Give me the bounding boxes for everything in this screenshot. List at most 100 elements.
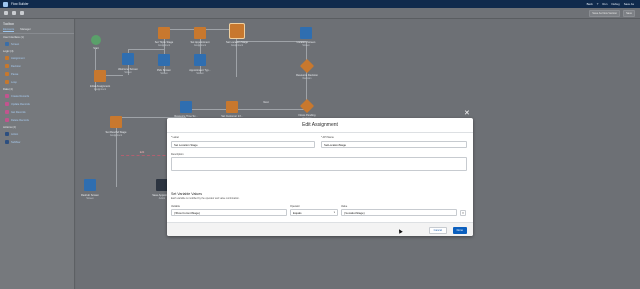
- connector-line: [186, 109, 306, 110]
- delete-row-icon[interactable]: ▾: [460, 209, 466, 216]
- set-triple-stage-node[interactable]: [158, 27, 170, 39]
- pick-screen-node[interactable]: [158, 54, 170, 66]
- modal-title: Edit Assignment: [167, 118, 473, 133]
- variable-input[interactable]: {!Flow.CurrentStage}: [171, 209, 287, 216]
- connector-label: Edit: [139, 151, 145, 154]
- app-header: Flow Builder Back ? Run Debug Save As: [0, 0, 640, 8]
- welcome-screen-node[interactable]: [122, 53, 134, 65]
- node-sub: Screen: [86, 198, 94, 200]
- value-input[interactable]: {!LocationStage}: [341, 209, 457, 216]
- node-sub: Screen: [196, 73, 204, 75]
- toolbox-item-action[interactable]: Action: [0, 130, 74, 138]
- node-sub: Assignment: [193, 45, 207, 47]
- app-title: Flow Builder: [11, 2, 29, 6]
- undo-icon[interactable]: [4, 11, 8, 15]
- node-sub: Screen: [302, 45, 310, 47]
- node-sub: Assignment: [93, 89, 107, 91]
- resource-time-screen-node[interactable]: [180, 101, 192, 113]
- node-label: Initial Assignment: [89, 85, 111, 88]
- resource-decision-node[interactable]: [299, 58, 315, 74]
- debug-button[interactable]: Debug: [611, 2, 619, 6]
- node-label: Set Appointment: [190, 41, 210, 44]
- loop-icon: [5, 80, 9, 84]
- toolbox-item-create-records[interactable]: Create Records: [0, 92, 74, 100]
- delete-records-icon: [5, 118, 9, 122]
- tab-manager[interactable]: Manager: [20, 28, 31, 32]
- node-sub: Screen: [124, 72, 132, 74]
- done-button[interactable]: Done: [452, 227, 467, 234]
- save-as-new-version-button[interactable]: Save As New Version: [589, 9, 621, 17]
- modal-close-icon[interactable]: ✕: [464, 109, 470, 117]
- create-records-icon: [5, 94, 9, 98]
- node-label: Flows Pending: [298, 114, 316, 117]
- get-records-icon: [5, 110, 9, 114]
- back-button[interactable]: Back: [587, 2, 593, 6]
- toolbox-title: Toolbox: [3, 22, 14, 26]
- save-button[interactable]: Save: [623, 9, 635, 17]
- description-label: Description: [171, 153, 184, 156]
- flows-pending-node[interactable]: [299, 98, 315, 114]
- api-name-field-label: * API Name: [321, 136, 334, 139]
- settings-icon[interactable]: [20, 11, 24, 15]
- operator-value: Equals: [293, 210, 302, 215]
- operator-select[interactable]: Equals ▾: [290, 209, 338, 216]
- toolbar: Save As New Version Save: [0, 8, 640, 19]
- help-icon[interactable]: ?: [597, 2, 599, 6]
- value-label: Value: [341, 205, 348, 208]
- redo-icon[interactable]: [12, 11, 16, 15]
- node-sub: Assignment: [157, 45, 171, 47]
- reshub-screen-node[interactable]: [84, 179, 96, 191]
- set-location-stage-node[interactable]: [230, 24, 244, 38]
- node-label: Resource Decision: [296, 74, 318, 77]
- tab-elements[interactable]: Elements: [3, 28, 15, 32]
- save-as-button[interactable]: Save As: [624, 2, 634, 6]
- run-button[interactable]: Run: [602, 2, 607, 6]
- node-label: Pick Screen: [157, 69, 171, 72]
- node-label: Welcome Screen: [118, 68, 138, 71]
- initial-assignment-node[interactable]: [94, 70, 106, 82]
- toolbox-item-decision[interactable]: Decision: [0, 62, 74, 70]
- header-actions: Back ? Run Debug Save As: [587, 2, 634, 6]
- label-input[interactable]: Set Location Stage: [171, 141, 315, 148]
- node-sub: Assignment: [109, 135, 123, 137]
- section-title: Set Variable Values: [171, 192, 203, 196]
- toolbox-panel: Toolbox Elements Manager User Interface …: [0, 19, 75, 289]
- node-label: Appointment Typ...: [189, 69, 211, 72]
- action-icon: [5, 132, 9, 136]
- toolbox-tabs: Elements Manager: [0, 27, 74, 34]
- toolbox-item-pause[interactable]: Pause: [0, 70, 74, 78]
- start-node[interactable]: [91, 35, 101, 45]
- screen-icon: [5, 42, 9, 46]
- toolbox-item-loop[interactable]: Loop: [0, 78, 74, 86]
- modal-footer: Cancel Done: [167, 222, 473, 236]
- node-label: Set Reschd Stage: [105, 131, 127, 134]
- node-sub: Assignment: [230, 45, 244, 47]
- toolbox-item-delete-records[interactable]: Delete Records: [0, 116, 74, 124]
- cancel-button[interactable]: Cancel: [428, 227, 447, 234]
- node-sub: Decision: [302, 78, 312, 80]
- edit-assignment-modal: Edit Assignment * Label Set Location Sta…: [167, 118, 473, 236]
- assignment-icon: [5, 56, 9, 60]
- toolbox-item-get-records[interactable]: Get Records: [0, 108, 74, 116]
- pause-icon: [5, 72, 9, 76]
- toolbox-item-assignment[interactable]: Assignment: [0, 54, 74, 62]
- set-customer-info-node[interactable]: [226, 101, 238, 113]
- appointment-type-node[interactable]: [194, 54, 206, 66]
- toolbox-item-update-records[interactable]: Update Records: [0, 100, 74, 108]
- api-name-input[interactable]: SetLocationStage: [321, 141, 467, 148]
- node-sub: Screen: [160, 73, 168, 75]
- app-logo-icon: [3, 1, 8, 7]
- section-description: Each variable is modified by the operato…: [171, 197, 240, 200]
- toolbox-item-screen[interactable]: Screen: [0, 40, 74, 48]
- set-reschd-stage-node[interactable]: [110, 116, 122, 128]
- location-screen-node[interactable]: [300, 27, 312, 39]
- decision-icon: [5, 64, 9, 68]
- node-label: Set Triple Stage: [154, 41, 174, 44]
- subflow-icon: [5, 140, 9, 144]
- node-label: Start: [93, 47, 99, 50]
- toolbox-item-subflow[interactable]: Subflow: [0, 138, 74, 146]
- set-appointment-node[interactable]: [194, 27, 206, 39]
- modal-body: * Label Set Location Stage * API Name Se…: [167, 133, 473, 232]
- connector-line: [128, 49, 164, 50]
- description-textarea[interactable]: [171, 157, 467, 171]
